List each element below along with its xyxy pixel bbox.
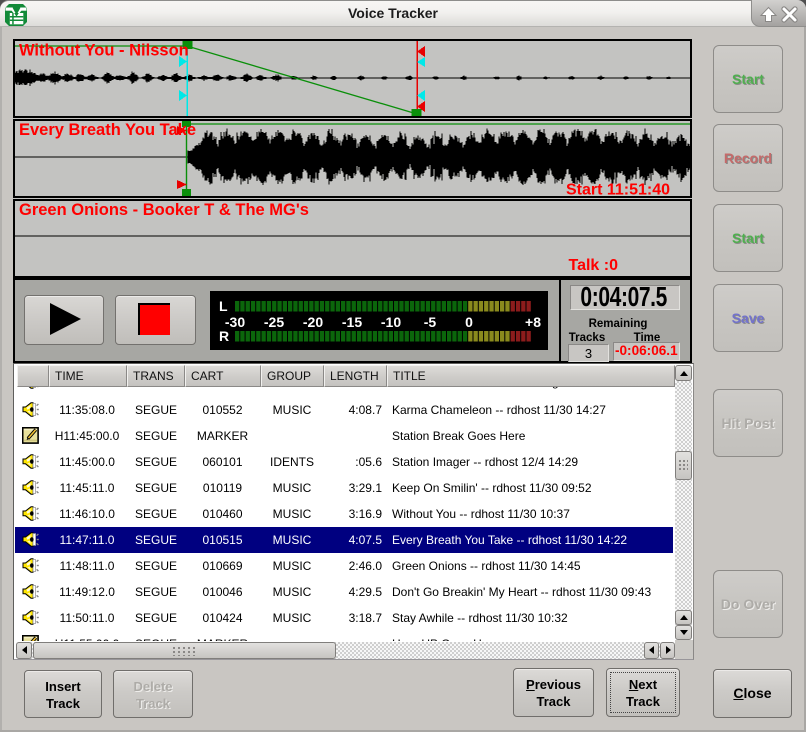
svg-text:+8: +8 [525,314,541,330]
svg-text:-5: -5 [424,314,437,330]
svg-text:-25: -25 [264,314,284,330]
svg-text:Green Onions - Booker T & The: Green Onions - Booker T & The MG's [19,201,309,219]
svg-text:Start 11:51:40: Start 11:51:40 [566,182,670,199]
svg-text:0: 0 [465,314,473,330]
svg-text:-20: -20 [303,314,323,330]
svg-text:R: R [219,328,229,344]
svg-text:L: L [219,298,228,314]
svg-text:-10: -10 [381,314,401,330]
svg-text:-30: -30 [225,314,245,330]
svg-text:Talk :0: Talk :0 [569,257,619,274]
svg-text:-15: -15 [342,314,362,330]
svg-text:Every Breath You Take: Every Breath You Take [19,121,196,139]
svg-text:Without You - Nilsson: Without You - Nilsson [19,42,189,60]
